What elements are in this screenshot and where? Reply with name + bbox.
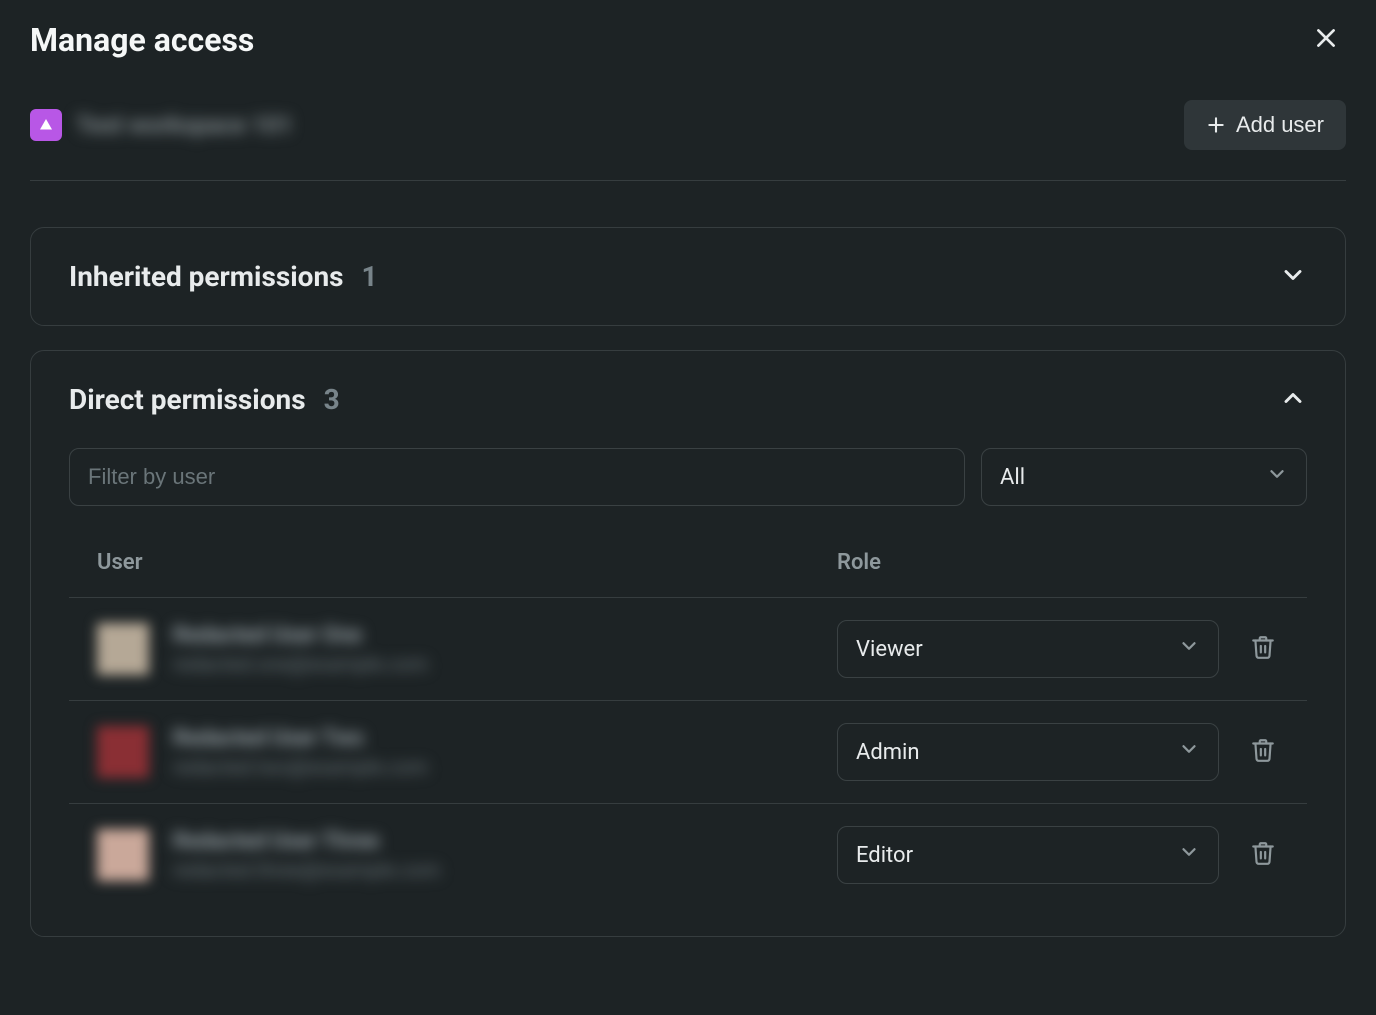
add-user-label: Add user [1236,112,1324,138]
role-filter-select[interactable]: All [981,448,1307,506]
role-select-value: Editor [856,843,913,868]
modal-header: Manage access [30,20,1346,60]
avatar [97,623,149,675]
user-cell: Redacted User Two redacted.two@example.c… [97,726,837,779]
user-cell: Redacted User One redacted.one@example.c… [97,623,837,676]
role-select[interactable]: Editor [837,826,1219,884]
user-info: Redacted User Three redacted.three@examp… [173,829,440,882]
direct-permissions-body: All User Role Redacted User One redacted… [31,448,1345,936]
close-icon [1313,21,1339,59]
workspace-name: Test workspace 101 [76,111,293,139]
table-row: Redacted User Three redacted.three@examp… [69,804,1307,906]
workspace-icon [30,109,62,141]
role-select[interactable]: Viewer [837,620,1219,678]
section-count: 3 [324,383,340,416]
chevron-up-icon [1279,384,1307,416]
user-email: redacted.two@example.com [173,755,428,779]
filter-user-input[interactable] [69,448,965,506]
user-name: Redacted User Two [173,726,428,751]
avatar [97,829,149,881]
direct-permissions-toggle[interactable]: Direct permissions 3 [31,351,1345,448]
column-header-role: Role [837,550,1279,575]
table-header: User Role [69,528,1307,598]
delete-button[interactable] [1247,736,1279,768]
add-user-button[interactable]: Add user [1184,100,1346,150]
chevron-down-icon [1178,738,1200,766]
chevron-down-icon [1178,635,1200,663]
role-select[interactable]: Admin [837,723,1219,781]
filter-row: All [69,448,1307,506]
section-title-group: Inherited permissions 1 [69,260,378,293]
section-title-text: Inherited permissions [69,260,344,293]
user-info: Redacted User One redacted.one@example.c… [173,623,428,676]
user-name: Redacted User One [173,623,428,648]
role-select-value: Viewer [856,637,923,662]
section-title-group: Direct permissions 3 [69,383,340,416]
table-row: Redacted User Two redacted.two@example.c… [69,701,1307,804]
role-cell: Viewer [837,620,1279,678]
user-email: redacted.one@example.com [173,652,428,676]
inherited-permissions-toggle[interactable]: Inherited permissions 1 [31,228,1345,325]
user-email: redacted.three@example.com [173,858,440,882]
workspace-identity: Test workspace 101 [30,109,293,141]
plus-icon [1206,115,1226,135]
delete-button[interactable] [1247,633,1279,665]
table-row: Redacted User One redacted.one@example.c… [69,598,1307,701]
workspace-row: Test workspace 101 Add user [30,100,1346,181]
trash-icon [1250,840,1276,870]
role-select-value: Admin [856,740,920,765]
delete-button[interactable] [1247,839,1279,871]
user-cell: Redacted User Three redacted.three@examp… [97,829,837,882]
section-title-text: Direct permissions [69,383,306,416]
column-header-user: User [97,550,837,575]
section-count: 1 [362,260,378,293]
modal-title: Manage access [30,21,254,59]
direct-permissions-section: Direct permissions 3 All User Role [30,350,1346,937]
user-name: Redacted User Three [173,829,440,854]
chevron-down-icon [1279,261,1307,293]
chevron-down-icon [1266,463,1288,491]
role-filter-value: All [1000,465,1025,490]
close-button[interactable] [1306,20,1346,60]
role-cell: Admin [837,723,1279,781]
inherited-permissions-section: Inherited permissions 1 [30,227,1346,326]
role-cell: Editor [837,826,1279,884]
avatar [97,726,149,778]
trash-icon [1250,634,1276,664]
chevron-down-icon [1178,841,1200,869]
user-info: Redacted User Two redacted.two@example.c… [173,726,428,779]
trash-icon [1250,737,1276,767]
